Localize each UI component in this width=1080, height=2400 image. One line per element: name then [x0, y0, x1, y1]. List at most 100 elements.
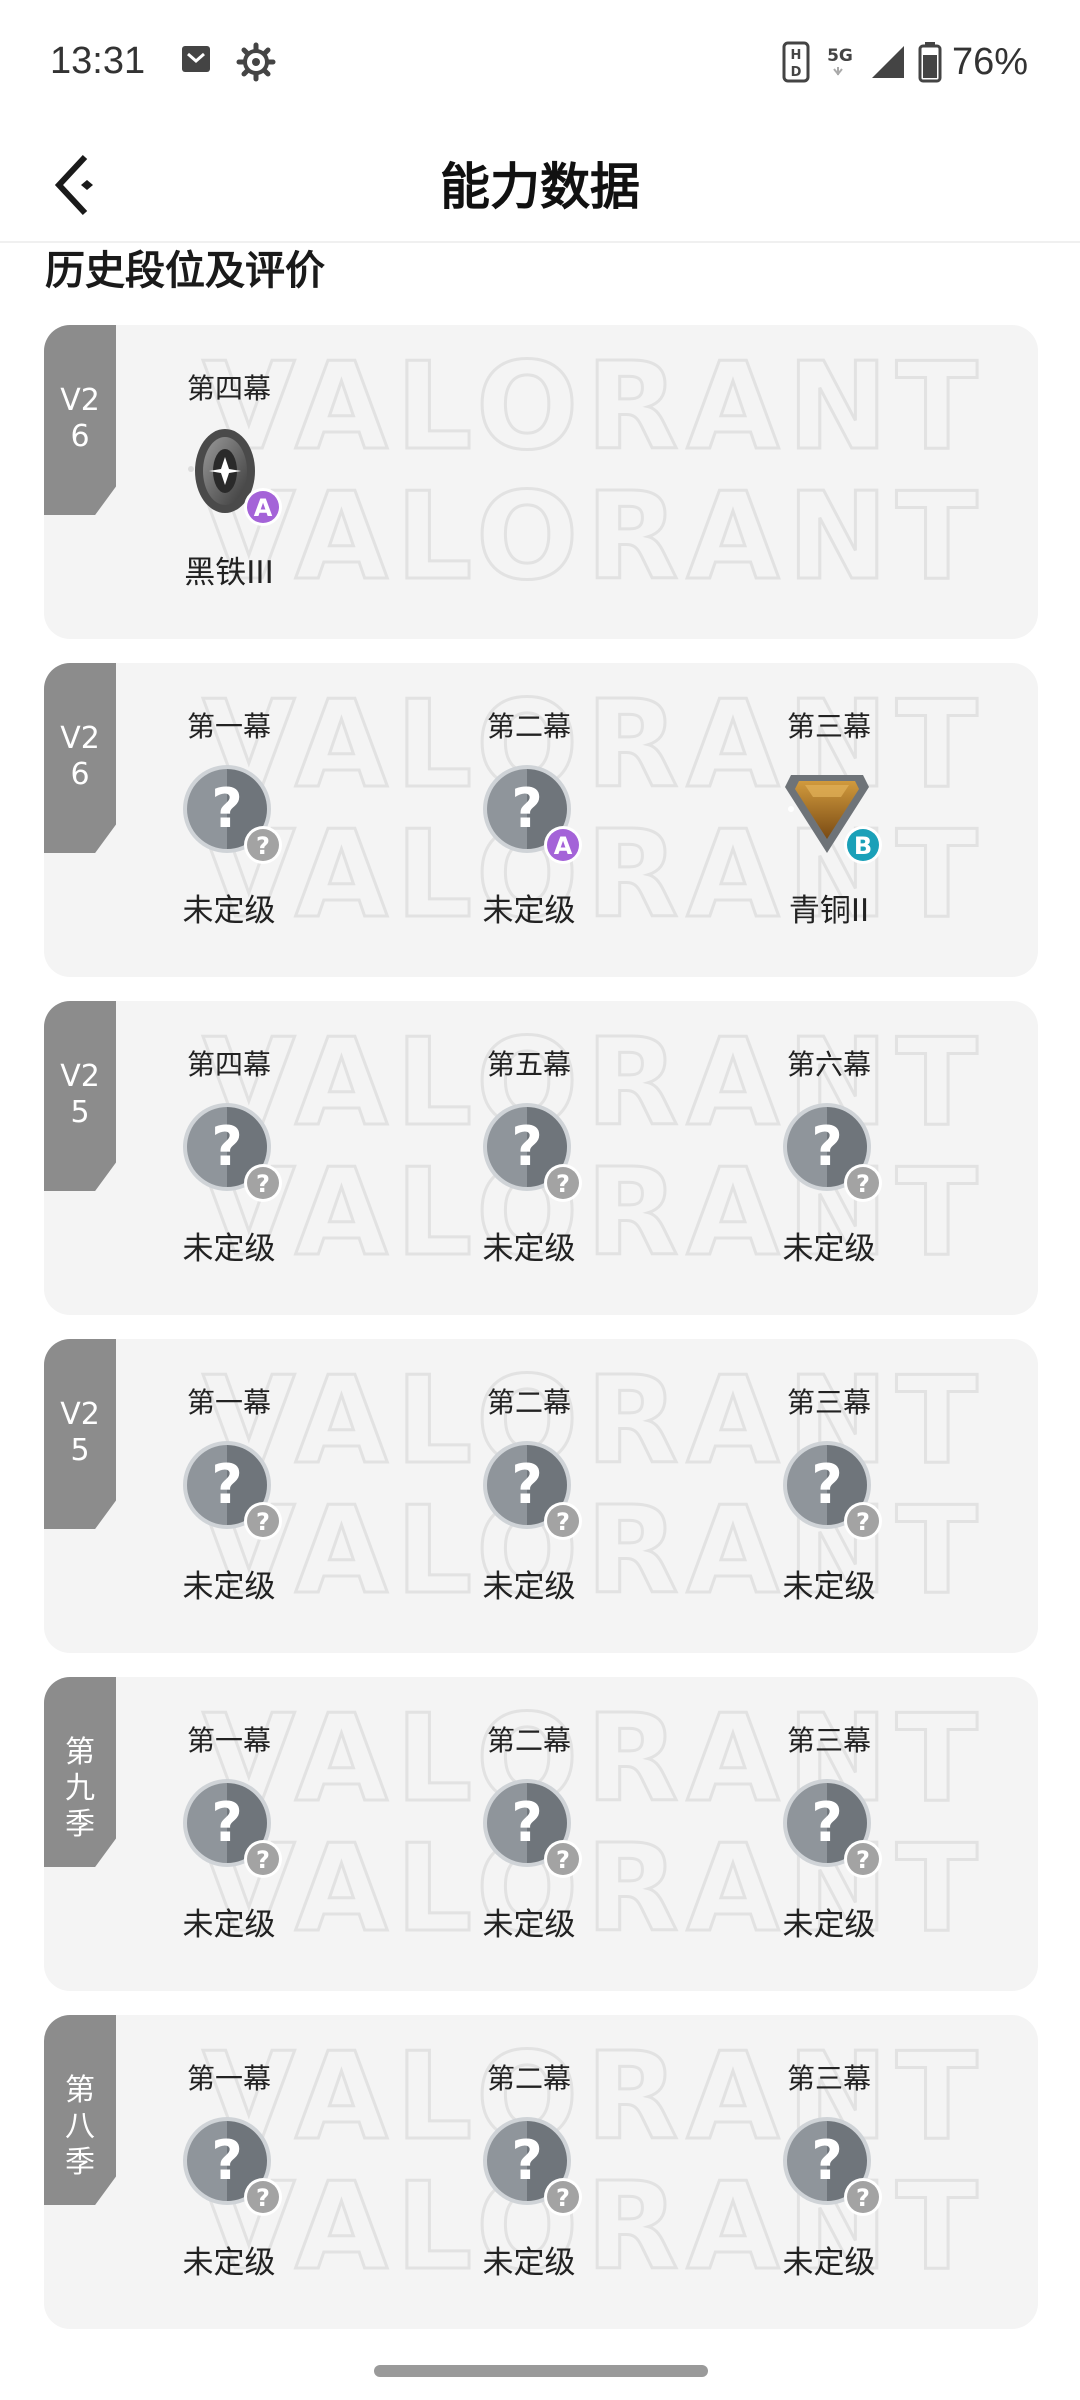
- page-title: 能力数据: [440, 158, 640, 216]
- act-rank-slot[interactable]: 第一幕 ? ? 未定级: [129, 2015, 329, 2329]
- season-tag-label: V26: [60, 383, 100, 454]
- act-label: 第二幕: [486, 1724, 571, 1757]
- act-label: 第二幕: [486, 2062, 571, 2095]
- act-rank-slot[interactable]: 第二幕 ? ? 未定级: [429, 2015, 629, 2329]
- act-rank-slot[interactable]: 第三幕 ? ? 未定级: [729, 2015, 929, 2329]
- rank-name: 未定级: [182, 893, 276, 929]
- act-label: 第一幕: [186, 1386, 271, 1419]
- act-rank-slot[interactable]: 第二幕 ? ? 未定级: [429, 1339, 629, 1653]
- unranked-emblem-icon: ? ?: [481, 2113, 582, 2216]
- act-rank-slot[interactable]: 第一幕 ? ? 未定级: [129, 663, 329, 977]
- grade-badge: ?: [844, 1840, 882, 1878]
- network-type: 5G: [827, 46, 853, 66]
- svg-text:?: ?: [811, 1791, 842, 1854]
- grade-badge: ?: [844, 1164, 882, 1202]
- grade-badge: ?: [244, 1502, 282, 1540]
- unranked-emblem-icon: ? ?: [181, 761, 282, 864]
- svg-text:?: ?: [556, 2184, 570, 2212]
- act-label: 第二幕: [486, 710, 571, 743]
- act-rank-slot[interactable]: 第一幕 ? ? 未定级: [129, 1339, 329, 1653]
- act-label: 第六幕: [786, 1048, 871, 1081]
- svg-text:H: H: [790, 48, 801, 63]
- act-rank-slot[interactable]: 第四幕 ? ? 未定级: [129, 1001, 329, 1315]
- grade-badge: ?: [244, 826, 282, 864]
- grade-badge: ?: [544, 1164, 582, 1202]
- rank-name: 未定级: [482, 1907, 576, 1943]
- rank-name: 未定级: [782, 1231, 876, 1267]
- grade-badge: ?: [844, 2178, 882, 2216]
- unranked-emblem-icon: ? ?: [181, 1775, 282, 1878]
- unranked-emblem-icon: ? ?: [481, 1775, 582, 1878]
- act-rank-slot[interactable]: 第三幕 B 青铜II: [729, 663, 929, 977]
- grade-badge: ?: [244, 2178, 282, 2216]
- season-card: VALORANT VALORANT V26 第一幕 ? ? 未定级 第二幕 ? A 未定…: [44, 663, 1038, 977]
- act-rank-slot[interactable]: 第一幕 ? ? 未定级: [129, 1677, 329, 1991]
- app-header: 能力数据: [0, 125, 1080, 243]
- svg-text:?: ?: [511, 2129, 542, 2192]
- act-label: 第四幕: [186, 1048, 271, 1081]
- act-label: 第二幕: [486, 1386, 571, 1419]
- svg-text:A: A: [554, 832, 573, 860]
- act-label: 第五幕: [486, 1048, 571, 1081]
- svg-text:?: ?: [256, 2184, 270, 2212]
- svg-text:?: ?: [211, 1791, 242, 1854]
- grade-badge: A: [544, 826, 582, 864]
- status-time: 13:31: [50, 40, 146, 82]
- rank-name: 未定级: [782, 2245, 876, 2281]
- iron-emblem-icon: A: [181, 423, 282, 526]
- season-tag-label: V26: [60, 721, 100, 792]
- unranked-emblem-icon: ? ?: [781, 1099, 882, 1202]
- act-label: 第三幕: [786, 710, 871, 743]
- unranked-emblem-icon: ? ?: [181, 1437, 282, 1540]
- signal-strength-icon: [871, 46, 904, 78]
- svg-text:?: ?: [556, 1170, 570, 1198]
- rank-name: 未定级: [182, 2245, 276, 2281]
- svg-text:?: ?: [256, 1846, 270, 1874]
- mail-notification-icon: [182, 46, 210, 72]
- act-rank-slot[interactable]: 第六幕 ? ? 未定级: [729, 1001, 929, 1315]
- unranked-emblem-icon: ? ?: [181, 1099, 282, 1202]
- unranked-emblem-icon: ? ?: [481, 1099, 582, 1202]
- svg-text:?: ?: [211, 777, 242, 840]
- act-label: 第一幕: [186, 1724, 271, 1757]
- act-label: 第三幕: [786, 2062, 871, 2095]
- act-label: 第三幕: [786, 1724, 871, 1757]
- rank-name: 黑铁III: [184, 555, 274, 591]
- rank-name: 未定级: [782, 1907, 876, 1943]
- act-rank-slot[interactable]: 第三幕 ? ? 未定级: [729, 1677, 929, 1991]
- svg-text:?: ?: [811, 2129, 842, 2192]
- grade-badge: ?: [544, 1502, 582, 1540]
- svg-text:?: ?: [256, 1170, 270, 1198]
- unranked-emblem-icon: ? ?: [781, 1437, 882, 1540]
- svg-text:?: ?: [811, 1115, 842, 1178]
- act-rank-slot[interactable]: 第二幕 ? A 未定级: [429, 663, 629, 977]
- svg-text:?: ?: [856, 2184, 870, 2212]
- rank-name: 未定级: [482, 1569, 576, 1605]
- season-tag: V25: [44, 1001, 116, 1191]
- unranked-emblem-icon: ? A: [481, 761, 582, 864]
- season-tag: 第九季: [44, 1677, 116, 1867]
- svg-text:?: ?: [511, 1115, 542, 1178]
- rank-name: 未定级: [782, 1569, 876, 1605]
- grade-badge: ?: [244, 1840, 282, 1878]
- act-rank-slot[interactable]: 第三幕 ? ? 未定级: [729, 1339, 929, 1653]
- act-label: 第四幕: [186, 372, 271, 405]
- act-rank-slot[interactable]: 第二幕 ? ? 未定级: [429, 1677, 629, 1991]
- season-card: VALORANT VALORANT 第九季 第一幕 ? ? 未定级 第二幕 ? ? 未定…: [44, 1677, 1038, 1991]
- season-card: VALORANT VALORANT V26 第四幕 A 黑铁III: [44, 325, 1038, 639]
- season-tag: V25: [44, 1339, 116, 1529]
- rank-name: 未定级: [182, 1231, 276, 1267]
- section-title: 历史段位及评价: [45, 248, 325, 294]
- home-indicator[interactable]: [374, 2365, 708, 2377]
- act-rank-slot[interactable]: 第五幕 ? ? 未定级: [429, 1001, 629, 1315]
- season-card-list: VALORANT VALORANT V26 第四幕 A 黑铁III VALORANT VA…: [44, 325, 1038, 2353]
- act-rank-slot[interactable]: 第四幕 A 黑铁III: [129, 325, 329, 639]
- season-tag-label: V25: [60, 1059, 100, 1130]
- season-tag-label: 第八季: [65, 2073, 95, 2180]
- season-card: VALORANT VALORANT V25 第一幕 ? ? 未定级 第二幕 ? ? 未定…: [44, 1339, 1038, 1653]
- unranked-emblem-icon: ? ?: [481, 1437, 582, 1540]
- season-tag-label: V25: [60, 1397, 100, 1468]
- svg-text:?: ?: [211, 1115, 242, 1178]
- svg-text:D: D: [791, 65, 802, 80]
- svg-text:?: ?: [856, 1508, 870, 1536]
